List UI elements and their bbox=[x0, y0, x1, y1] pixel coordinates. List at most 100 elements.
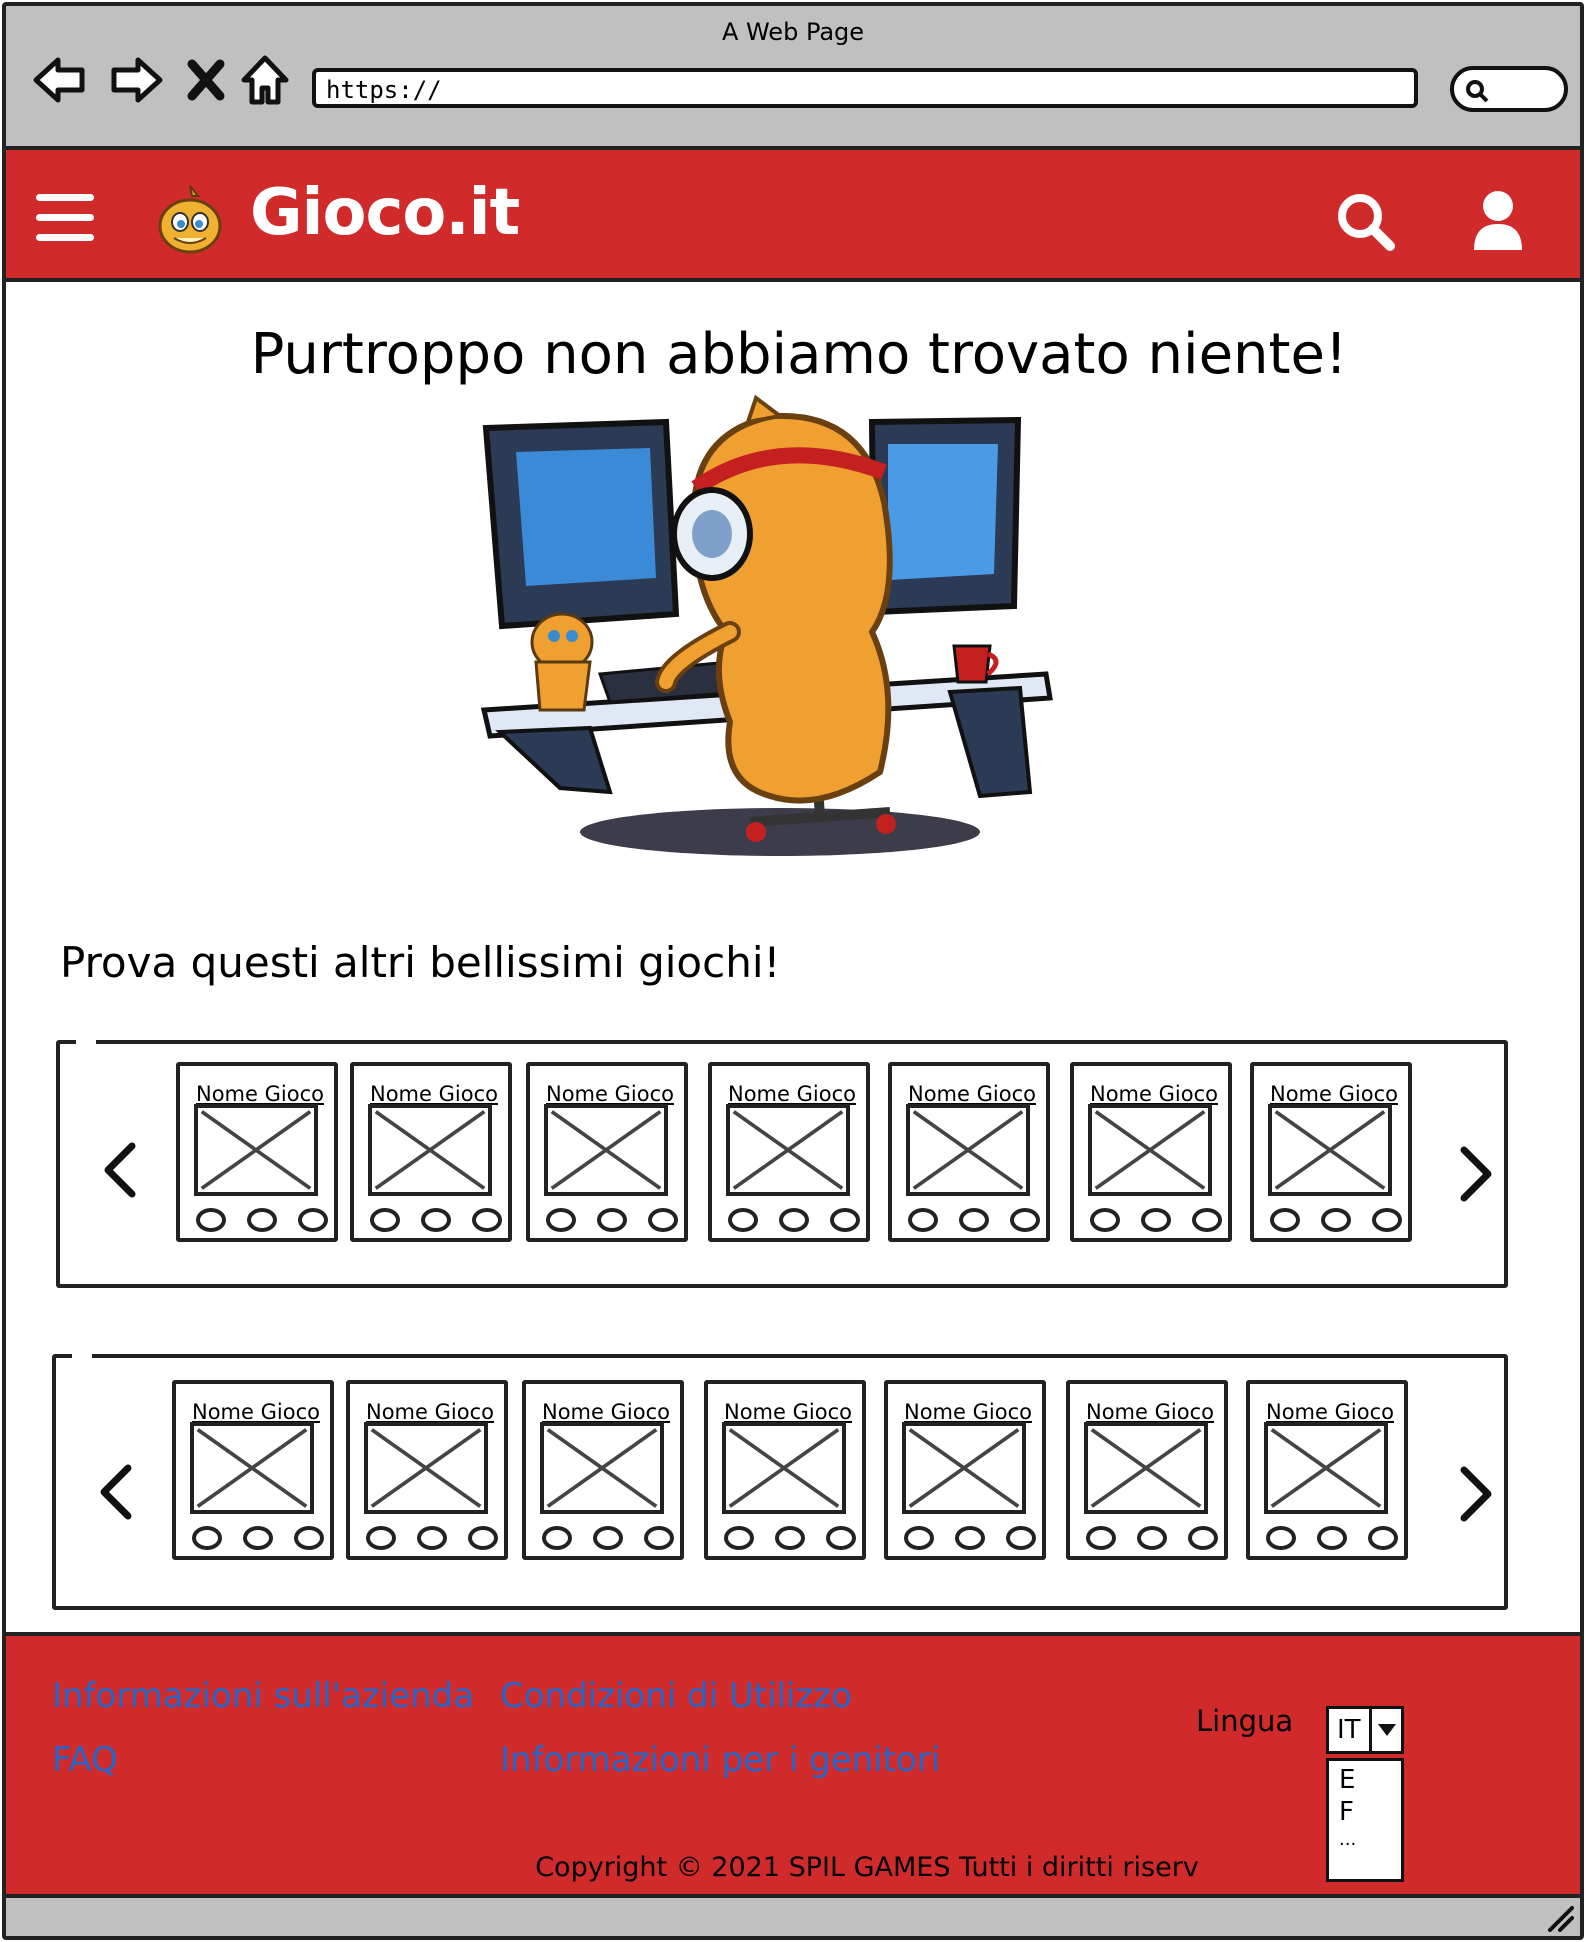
parents-info-link[interactable]: Informazioni per i genitori bbox=[500, 1740, 940, 1780]
stop-icon[interactable] bbox=[184, 52, 228, 108]
terms-of-use-link[interactable]: Condizioni di Utilizzo bbox=[500, 1676, 852, 1716]
action-dot[interactable] bbox=[1086, 1526, 1116, 1550]
game-card[interactable]: Nome Gioco bbox=[350, 1062, 512, 1242]
action-dot[interactable] bbox=[243, 1526, 273, 1550]
dropdown-button[interactable] bbox=[1369, 1709, 1401, 1751]
action-dot[interactable] bbox=[546, 1208, 576, 1232]
action-dot[interactable] bbox=[192, 1526, 222, 1550]
action-dot[interactable] bbox=[1372, 1208, 1402, 1232]
game-card[interactable]: Nome Gioco bbox=[522, 1380, 684, 1560]
action-dot[interactable] bbox=[542, 1526, 572, 1550]
game-card[interactable]: Nome Gioco bbox=[346, 1380, 508, 1560]
game-card-actions bbox=[192, 1526, 324, 1550]
forward-icon[interactable] bbox=[106, 52, 166, 108]
game-card-actions bbox=[904, 1526, 1036, 1550]
carousel-prev-icon[interactable] bbox=[94, 1462, 138, 1522]
game-card[interactable]: Nome Gioco bbox=[1246, 1380, 1408, 1560]
action-dot[interactable] bbox=[1141, 1208, 1171, 1232]
language-option[interactable]: ... bbox=[1339, 1829, 1356, 1850]
game-name: Nome Gioco bbox=[370, 1082, 498, 1106]
site-footer: Informazioni sull'azienda Condizioni di … bbox=[6, 1632, 1580, 1898]
carousel-prev-icon[interactable] bbox=[98, 1140, 142, 1200]
game-thumbnail-placeholder bbox=[726, 1104, 850, 1196]
action-dot[interactable] bbox=[830, 1208, 860, 1232]
action-dot[interactable] bbox=[908, 1208, 938, 1232]
action-dot[interactable] bbox=[826, 1526, 856, 1550]
action-dot[interactable] bbox=[1137, 1526, 1167, 1550]
action-dot[interactable] bbox=[417, 1526, 447, 1550]
language-select[interactable]: IT bbox=[1326, 1706, 1404, 1754]
action-dot[interactable] bbox=[593, 1526, 623, 1550]
action-dot[interactable] bbox=[370, 1208, 400, 1232]
game-thumbnail-placeholder bbox=[902, 1422, 1026, 1514]
language-option[interactable]: E bbox=[1339, 1765, 1355, 1795]
action-dot[interactable] bbox=[597, 1208, 627, 1232]
game-card[interactable]: Nome Gioco bbox=[708, 1062, 870, 1242]
game-thumbnail-placeholder bbox=[906, 1104, 1030, 1196]
game-card-actions bbox=[196, 1208, 328, 1232]
action-dot[interactable] bbox=[472, 1208, 502, 1232]
game-thumbnail-placeholder bbox=[544, 1104, 668, 1196]
game-card-actions bbox=[542, 1526, 674, 1550]
site-header: Gioco.it bbox=[6, 150, 1580, 282]
game-card[interactable]: Nome Gioco bbox=[1070, 1062, 1232, 1242]
resize-grip-icon[interactable] bbox=[1544, 1902, 1574, 1932]
action-dot[interactable] bbox=[1006, 1526, 1036, 1550]
game-name: Nome Gioco bbox=[1086, 1400, 1214, 1424]
game-card[interactable]: Nome Gioco bbox=[704, 1380, 866, 1560]
action-dot[interactable] bbox=[294, 1526, 324, 1550]
action-dot[interactable] bbox=[1321, 1208, 1351, 1232]
action-dot[interactable] bbox=[421, 1208, 451, 1232]
carousel-next-icon[interactable] bbox=[1454, 1144, 1498, 1204]
carousel-next-icon[interactable] bbox=[1454, 1464, 1498, 1524]
brand-name[interactable]: Gioco.it bbox=[250, 176, 520, 250]
action-dot[interactable] bbox=[904, 1526, 934, 1550]
logo-mascot-icon[interactable] bbox=[152, 182, 228, 258]
home-icon[interactable] bbox=[238, 52, 292, 108]
game-name: Nome Gioco bbox=[904, 1400, 1032, 1424]
game-card[interactable]: Nome Gioco bbox=[172, 1380, 334, 1560]
action-dot[interactable] bbox=[247, 1208, 277, 1232]
game-card[interactable]: Nome Gioco bbox=[176, 1062, 338, 1242]
action-dot[interactable] bbox=[1368, 1526, 1398, 1550]
action-dot[interactable] bbox=[779, 1208, 809, 1232]
action-dot[interactable] bbox=[955, 1526, 985, 1550]
search-icon[interactable] bbox=[1334, 190, 1398, 254]
action-dot[interactable] bbox=[1317, 1526, 1347, 1550]
action-dot[interactable] bbox=[1270, 1208, 1300, 1232]
action-dot[interactable] bbox=[775, 1526, 805, 1550]
back-icon[interactable] bbox=[30, 52, 90, 108]
game-card[interactable]: Nome Gioco bbox=[888, 1062, 1050, 1242]
browser-search-field[interactable] bbox=[1450, 66, 1568, 112]
game-name: Nome Gioco bbox=[1266, 1400, 1394, 1424]
faq-link[interactable]: FAQ bbox=[52, 1740, 118, 1780]
game-card[interactable]: Nome Gioco bbox=[1066, 1380, 1228, 1560]
action-dot[interactable] bbox=[728, 1208, 758, 1232]
language-option[interactable]: F bbox=[1339, 1797, 1354, 1827]
action-dot[interactable] bbox=[1266, 1526, 1296, 1550]
game-card[interactable]: Nome Gioco bbox=[1250, 1062, 1412, 1242]
action-dot[interactable] bbox=[959, 1208, 989, 1232]
action-dot[interactable] bbox=[298, 1208, 328, 1232]
action-dot[interactable] bbox=[644, 1526, 674, 1550]
action-dot[interactable] bbox=[1090, 1208, 1120, 1232]
action-dot[interactable] bbox=[724, 1526, 754, 1550]
action-dot[interactable] bbox=[1188, 1526, 1218, 1550]
user-icon[interactable] bbox=[1470, 188, 1526, 252]
search-icon bbox=[1466, 80, 1489, 103]
action-dot[interactable] bbox=[648, 1208, 678, 1232]
game-name: Nome Gioco bbox=[724, 1400, 852, 1424]
game-card[interactable]: Nome Gioco bbox=[884, 1380, 1046, 1560]
action-dot[interactable] bbox=[196, 1208, 226, 1232]
game-card-actions bbox=[1086, 1526, 1218, 1550]
action-dot[interactable] bbox=[468, 1526, 498, 1550]
menu-icon[interactable] bbox=[36, 194, 94, 242]
about-company-link[interactable]: Informazioni sull'azienda bbox=[52, 1676, 474, 1716]
game-name: Nome Gioco bbox=[1090, 1082, 1218, 1106]
action-dot[interactable] bbox=[1010, 1208, 1040, 1232]
action-dot[interactable] bbox=[366, 1526, 396, 1550]
action-dot[interactable] bbox=[1192, 1208, 1222, 1232]
game-card-actions bbox=[1270, 1208, 1402, 1232]
game-card[interactable]: Nome Gioco bbox=[526, 1062, 688, 1242]
address-bar[interactable]: https:// bbox=[312, 68, 1418, 108]
